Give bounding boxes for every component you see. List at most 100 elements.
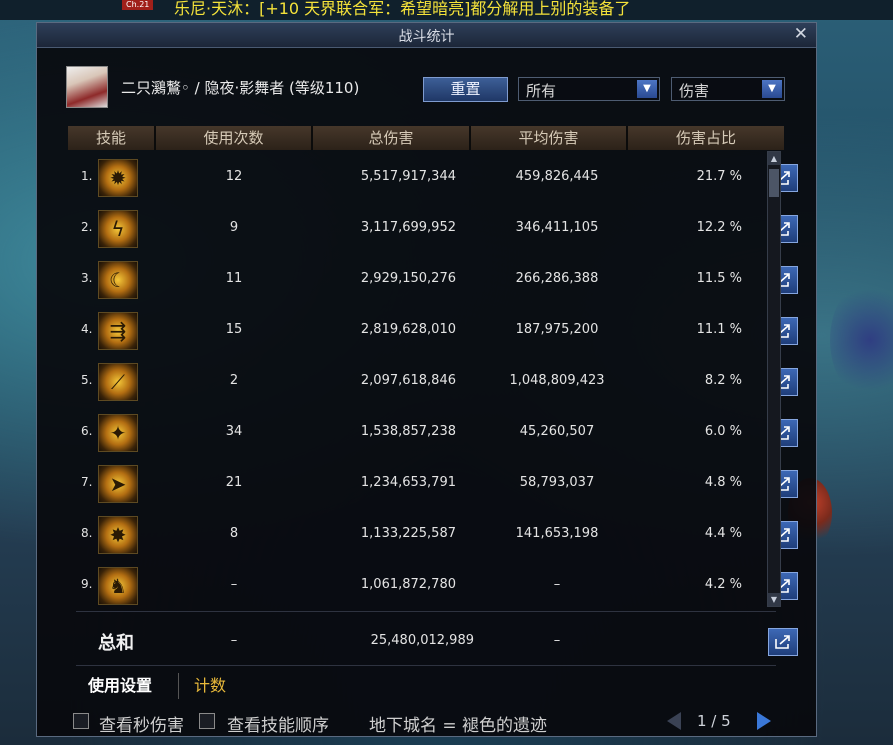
- close-icon[interactable]: ✕: [794, 24, 808, 44]
- window-title: 战斗统计: [398, 29, 455, 45]
- row-total-damage: 1,234,653,791: [360, 475, 456, 490]
- total-avg-damage: –: [553, 633, 561, 648]
- table-scrollbar[interactable]: ▲ ▼: [767, 151, 781, 607]
- table-row: 5. ⟋ 2 2,097,618,846 1,048,809,423 8.2 %: [68, 355, 798, 406]
- filter-select[interactable]: 所有 ▼: [518, 77, 660, 101]
- per-second-label[interactable]: 查看秒伤害: [99, 711, 184, 736]
- kneel-skill-icon: ♞: [98, 567, 138, 605]
- chevron-down-icon[interactable]: ▼: [637, 80, 657, 98]
- row-damage-share: 11.5 %: [696, 271, 742, 286]
- row-total-damage: 2,929,150,276: [360, 271, 456, 286]
- chat-message: 乐尼·天沐：[+10 天界联合军：希望暗亮]都分解用上别的装备了: [174, 0, 631, 18]
- metric-select-value: 伤害: [679, 82, 710, 100]
- per-second-checkbox[interactable]: [73, 713, 89, 729]
- dungeon-name: 地下城名 = 褪色的遗迹: [369, 716, 548, 736]
- header-skill[interactable]: 技能: [68, 126, 156, 150]
- shadow-strike-skill-icon: ϟ: [98, 210, 138, 248]
- table-row: 2. ϟ 9 3,117,699,952 346,411,105 12.2 %: [68, 202, 798, 253]
- metric-select[interactable]: 伤害 ▼: [671, 77, 785, 101]
- row-avg-damage: 346,411,105: [515, 220, 599, 235]
- channel-badge: Ch.21: [122, 0, 154, 10]
- row-total-damage: 2,097,618,846: [360, 373, 456, 388]
- table-row: 3. ☾ 11 2,929,150,276 266,286,388 11.5 %: [68, 253, 798, 304]
- row-damage-share: 6.0 %: [704, 424, 742, 439]
- scroll-thumb[interactable]: [769, 169, 779, 197]
- total-uses: –: [230, 633, 238, 648]
- arrow-rush-skill-icon: ➤: [98, 465, 138, 503]
- header-damage-share[interactable]: 伤害占比: [628, 126, 784, 150]
- tab-separator: [178, 673, 179, 699]
- scroll-down-icon[interactable]: ▼: [768, 593, 780, 606]
- row-uses: 21: [225, 475, 243, 490]
- row-avg-damage: 266,286,388: [515, 271, 599, 286]
- character-avatar: [66, 66, 108, 108]
- share-icon: [775, 635, 790, 649]
- background-scenery: [830, 280, 893, 400]
- row-avg-damage: 45,260,507: [519, 424, 595, 439]
- character-name: 二只鸂鷘◦ / 隐夜·影舞者 (等级110): [121, 79, 360, 97]
- row-uses: 12: [225, 169, 243, 184]
- table-row: 4. ⇶ 15 2,819,628,010 187,975,200 11.1 %: [68, 304, 798, 355]
- header-uses[interactable]: 使用次数: [156, 126, 313, 150]
- dash-skill-icon: ✦: [98, 414, 138, 452]
- row-damage-share: 4.4 %: [704, 526, 742, 541]
- row-total-damage: 1,133,225,587: [360, 526, 456, 541]
- row-avg-damage: –: [553, 577, 561, 592]
- row-damage-share: 4.2 %: [704, 577, 742, 592]
- table-row: 7. ➤ 21 1,234,653,791 58,793,037 4.8 %: [68, 457, 798, 508]
- filter-select-value: 所有: [526, 82, 557, 100]
- row-uses: 8: [229, 526, 239, 541]
- row-uses: –: [230, 577, 238, 592]
- table-row: 1. ✹ 12 5,517,917,344 459,826,445 21.7 %: [68, 151, 798, 202]
- row-uses: 9: [229, 220, 239, 235]
- share-button[interactable]: [768, 628, 798, 656]
- row-avg-damage: 187,975,200: [515, 322, 599, 337]
- row-damage-share: 4.8 %: [704, 475, 742, 490]
- prev-page-icon[interactable]: [667, 712, 681, 730]
- window-titlebar[interactable]: 战斗统计 ✕: [37, 23, 816, 48]
- row-uses: 15: [225, 322, 243, 337]
- slash-skill-icon: ⟋: [98, 363, 138, 401]
- page-indicator: 1 / 5: [697, 712, 731, 730]
- table-row: 8. ✸ 8 1,133,225,587 141,653,198 4.4 %: [68, 508, 798, 559]
- row-avg-damage: 459,826,445: [515, 169, 599, 184]
- row-avg-damage: 58,793,037: [519, 475, 595, 490]
- row-avg-damage: 141,653,198: [515, 526, 599, 541]
- row-total-damage: 5,517,917,344: [360, 169, 456, 184]
- skill-order-label[interactable]: 查看技能顺序: [227, 711, 329, 736]
- divider: [76, 611, 776, 612]
- window-footer: 查看秒伤害 查看技能顺序 地下城名 = 褪色的遗迹 1 / 5: [37, 707, 816, 737]
- tab-usage-settings[interactable]: 使用设置: [88, 667, 152, 705]
- row-total-damage: 1,061,872,780: [360, 577, 456, 592]
- row-damage-share: 12.2 %: [696, 220, 742, 235]
- table-row: 9. ♞ – 1,061,872,780 – 4.2 %: [68, 559, 798, 610]
- dagger-line-skill-icon: ⇶: [98, 312, 138, 350]
- header-total-damage[interactable]: 总伤害: [313, 126, 471, 150]
- next-page-icon[interactable]: [757, 712, 771, 730]
- total-label: 总和: [98, 633, 134, 654]
- row-uses: 34: [225, 424, 243, 439]
- tab-count[interactable]: 计数: [194, 667, 226, 705]
- reset-button[interactable]: 重置: [423, 77, 508, 102]
- total-damage: 25,480,012,989: [370, 633, 474, 648]
- world-chat-bar: Ch.21 乐尼·天沐：[+10 天界联合军：希望暗亮]都分解用上别的装备了: [0, 0, 893, 20]
- row-avg-damage: 1,048,809,423: [509, 373, 605, 388]
- stats-table-header: 技能 使用次数 总伤害 平均伤害 伤害占比: [68, 126, 784, 150]
- row-uses: 11: [225, 271, 243, 286]
- row-damage-share: 11.1 %: [696, 322, 742, 337]
- star-burst-skill-icon: ✸: [98, 516, 138, 554]
- row-damage-share: 8.2 %: [704, 373, 742, 388]
- chevron-down-icon[interactable]: ▼: [762, 80, 782, 98]
- scroll-up-icon[interactable]: ▲: [768, 152, 780, 165]
- divider: [76, 665, 776, 666]
- header-avg-damage[interactable]: 平均伤害: [471, 126, 628, 150]
- table-row: 6. ✦ 34 1,538,857,238 45,260,507 6.0 %: [68, 406, 798, 457]
- skill-order-checkbox[interactable]: [199, 713, 215, 729]
- row-total-damage: 1,538,857,238: [360, 424, 456, 439]
- row-total-damage: 3,117,699,952: [360, 220, 456, 235]
- row-total-damage: 2,819,628,010: [360, 322, 456, 337]
- total-row: 总和 – 25,480,012,989 –: [68, 615, 798, 667]
- burst-skill-icon: ✹: [98, 159, 138, 197]
- row-uses: 2: [229, 373, 239, 388]
- blade-face-skill-icon: ☾: [98, 261, 138, 299]
